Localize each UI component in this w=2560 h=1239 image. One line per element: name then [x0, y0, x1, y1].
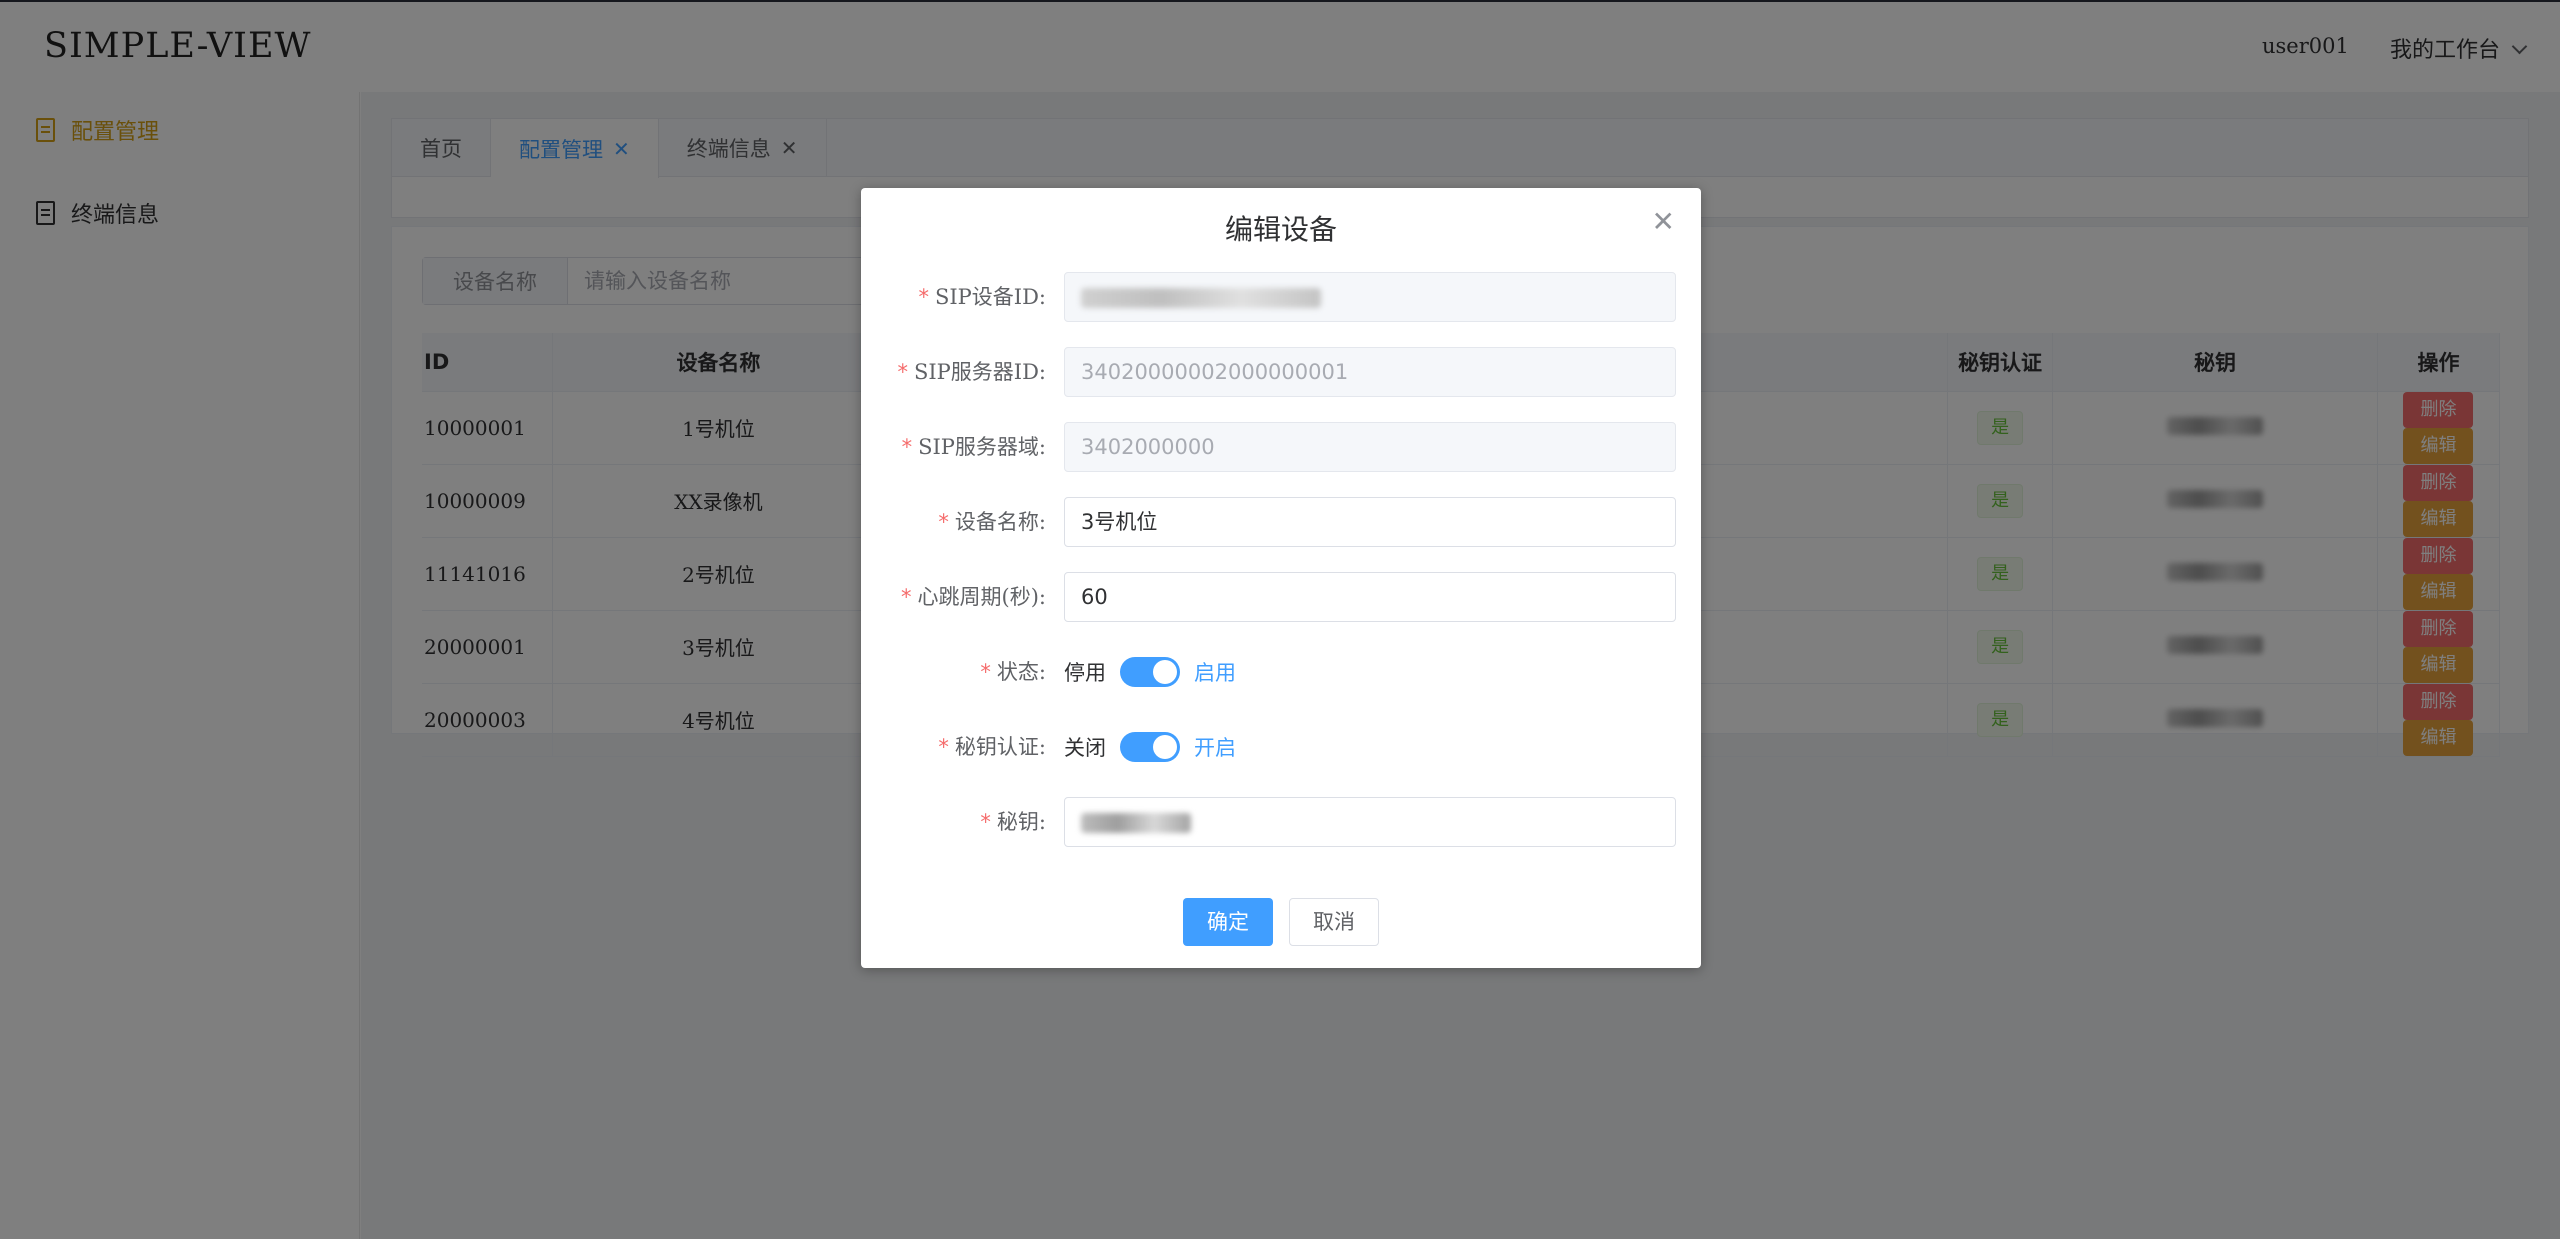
- form-row-device-name: * 设备名称: 3号机位: [861, 497, 1701, 547]
- masked-value: [1081, 813, 1191, 833]
- status-toggle[interactable]: [1120, 657, 1180, 687]
- switch-off-label: 停用: [1064, 661, 1106, 685]
- form-label: * 状态:: [980, 660, 1046, 684]
- form-label: * 秘钥认证:: [938, 735, 1046, 759]
- edit-device-dialog: 编辑设备 ✕ * SIP设备ID: * SIP服务器ID: 340200000020…: [861, 188, 1701, 968]
- device-name-input[interactable]: 3号机位: [1064, 497, 1676, 547]
- cancel-button[interactable]: 取消: [1289, 898, 1379, 946]
- switch-on-label: 启用: [1194, 661, 1236, 685]
- form-row-auth: * 秘钥认证: 关闭 开启: [861, 722, 1701, 772]
- form-row-sip-id: * SIP设备ID:: [861, 272, 1701, 322]
- form-row-status: * 状态: 停用 启用: [861, 647, 1701, 697]
- label-text: 秘钥认证:: [954, 735, 1046, 759]
- confirm-button[interactable]: 确定: [1183, 898, 1273, 946]
- label-text: SIP服务器域:: [918, 435, 1046, 459]
- switch-off-label: 关闭: [1064, 736, 1106, 760]
- label-text: 心跳周期(秒):: [917, 585, 1046, 609]
- label-text: 秘钥:: [996, 810, 1046, 834]
- masked-value: [1081, 288, 1321, 308]
- form-label: * 设备名称:: [938, 510, 1046, 534]
- label-text: 设备名称:: [954, 510, 1046, 534]
- form-row-server-id: * SIP服务器ID: 34020000002000000001: [861, 347, 1701, 397]
- label-text: SIP服务器ID:: [913, 360, 1046, 384]
- form-label: * SIP服务器域:: [901, 435, 1046, 459]
- switch-on-label: 开启: [1194, 736, 1236, 760]
- secret-input[interactable]: [1064, 797, 1676, 847]
- form-label: * SIP服务器ID:: [897, 360, 1046, 384]
- form-row-heartbeat: * 心跳周期(秒): 60: [861, 572, 1701, 622]
- heartbeat-input[interactable]: 60: [1064, 572, 1676, 622]
- form-label: * SIP设备ID:: [918, 285, 1046, 309]
- sip-id-field: [1064, 272, 1676, 322]
- server-domain-field: 3402000000: [1064, 422, 1676, 472]
- close-icon[interactable]: ✕: [1652, 208, 1675, 236]
- auth-switch-group: 关闭 开启: [1064, 722, 1236, 772]
- label-text: 状态:: [996, 660, 1046, 684]
- server-id-field: 34020000002000000001: [1064, 347, 1676, 397]
- form-label: * 心跳周期(秒):: [901, 585, 1046, 609]
- form-row-server-domain: * SIP服务器域: 3402000000: [861, 422, 1701, 472]
- auth-toggle[interactable]: [1120, 732, 1180, 762]
- label-text: SIP设备ID:: [934, 285, 1046, 309]
- status-switch-group: 停用 启用: [1064, 647, 1236, 697]
- dialog-title: 编辑设备: [1224, 213, 1337, 246]
- form-label: * 秘钥:: [980, 810, 1046, 834]
- form-row-secret: * 秘钥:: [861, 797, 1701, 847]
